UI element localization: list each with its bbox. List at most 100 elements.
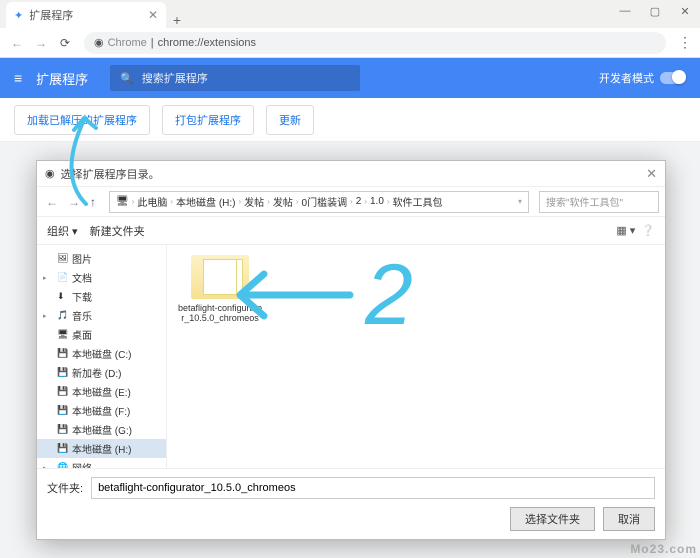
tree-item-icon: 🖼 <box>57 253 67 264</box>
developer-mode-toggle[interactable]: 开发者模式 <box>599 70 686 86</box>
tree-item[interactable]: ▸ 📄 文档 <box>37 268 166 287</box>
forward-button[interactable]: → <box>32 36 50 50</box>
select-folder-button[interactable]: 选择文件夹 <box>510 507 595 531</box>
tree-item-icon: 💾 <box>57 443 67 454</box>
tree-item-icon: 🌐 <box>57 462 67 468</box>
tree-item[interactable]: 🖥 桌面 <box>37 325 166 344</box>
folder-tree[interactable]: 🖼 图片 ▸ 📄 文档 ⬇ 下载 ▸ 🎵 音乐 🖥 桌面 💾 本地磁盘 (C:)… <box>37 245 167 468</box>
chevron-right-icon: › <box>132 197 135 206</box>
chrome-icon: ◉ <box>45 167 55 180</box>
tree-item-label: 本地磁盘 (E:) <box>72 384 131 399</box>
chevron-right-icon: › <box>170 197 173 206</box>
site-info-icon: ◉ <box>94 36 104 49</box>
page-title: 扩展程序 <box>36 69 88 88</box>
close-window-button[interactable]: ✕ <box>670 0 700 22</box>
tree-item-icon: ⬇ <box>57 291 67 302</box>
nav-forward-icon[interactable]: → <box>65 195 83 209</box>
dialog-body: 🖼 图片 ▸ 📄 文档 ⬇ 下载 ▸ 🎵 音乐 🖥 桌面 💾 本地磁盘 (C:)… <box>37 245 665 468</box>
address-bar[interactable]: ◉ Chrome | chrome://extensions <box>84 32 666 54</box>
breadcrumb-segment[interactable]: 软件工具包 <box>393 194 443 209</box>
browser-menu-button[interactable]: ⋮ <box>678 34 692 51</box>
folder-item[interactable]: betaflight-configurator_10.5.0_chromeos <box>177 255 263 324</box>
tree-item[interactable]: 🖼 图片 <box>37 249 166 268</box>
breadcrumb-segment[interactable]: 此电脑 <box>137 194 167 209</box>
organize-button[interactable]: 组织 ▾ <box>47 223 78 239</box>
new-folder-button[interactable]: 新建文件夹 <box>90 223 145 239</box>
chevron-right-icon: › <box>296 197 299 206</box>
watermark: Mo23.com <box>630 542 697 556</box>
window-controls: — ▢ ✕ <box>610 0 700 22</box>
breadcrumb-segment[interactable]: 0门槛装调 <box>302 194 348 209</box>
chevron-right-icon: › <box>387 197 390 206</box>
pc-icon: 🖥 <box>116 196 129 207</box>
breadcrumb-segment[interactable]: 2 <box>356 196 362 207</box>
dialog-nav: ← → ↑ 🖥›此电脑›本地磁盘 (H:)›发帖›发帖›0门槛装调›2›1.0›… <box>37 187 665 217</box>
nav-back-icon[interactable]: ← <box>43 195 61 209</box>
extensions-header: ≡ 扩展程序 🔍 搜索扩展程序 开发者模式 <box>0 58 700 98</box>
breadcrumb-segment[interactable]: 本地磁盘 (H:) <box>176 194 235 209</box>
chevron-right-icon: › <box>364 197 367 206</box>
tree-item-icon: 📄 <box>57 272 67 283</box>
tree-item-icon: 💾 <box>57 405 67 416</box>
tree-item-label: 新加卷 (D:) <box>72 365 121 380</box>
load-unpacked-button[interactable]: 加载已解压的扩展程序 <box>14 105 150 135</box>
tree-item[interactable]: ⬇ 下载 <box>37 287 166 306</box>
back-button[interactable]: ← <box>8 36 26 50</box>
new-tab-button[interactable]: + <box>166 12 188 28</box>
dialog-title: 选择扩展程序目录。 <box>61 166 160 182</box>
breadcrumb-segment[interactable]: 发帖 <box>273 194 293 209</box>
breadcrumb-segment[interactable]: 发帖 <box>244 194 264 209</box>
chevron-down-icon[interactable]: ▾ <box>518 197 522 206</box>
cancel-button[interactable]: 取消 <box>603 507 655 531</box>
tab-close-icon[interactable]: ✕ <box>148 8 158 22</box>
reload-button[interactable]: ⟳ <box>56 36 74 50</box>
extensions-toolbar: 加载已解压的扩展程序 打包扩展程序 更新 <box>0 98 700 142</box>
chevron-right-icon[interactable]: ▸ <box>43 464 47 469</box>
tree-item-label: 网络 <box>72 460 92 468</box>
maximize-button[interactable]: ▢ <box>640 0 670 22</box>
tree-item-icon: 💾 <box>57 367 67 378</box>
file-list[interactable]: betaflight-configurator_10.5.0_chromeos <box>167 245 665 468</box>
tree-item-label: 文档 <box>72 270 92 285</box>
tree-item-icon: 🎵 <box>57 310 67 321</box>
chevron-right-icon[interactable]: ▸ <box>43 312 47 320</box>
chevron-right-icon[interactable]: ▸ <box>43 274 47 282</box>
tree-item-icon: 💾 <box>57 348 67 359</box>
folder-field-label: 文件夹: <box>47 480 83 496</box>
tree-item[interactable]: 💾 本地磁盘 (H:) <box>37 439 166 458</box>
tree-item-icon: 🖥 <box>57 329 67 340</box>
search-icon: 🔍 <box>120 72 134 85</box>
minimize-button[interactable]: — <box>610 0 640 22</box>
tree-item-icon: 💾 <box>57 386 67 397</box>
tree-item-label: 本地磁盘 (H:) <box>72 441 131 456</box>
search-input[interactable]: 🔍 搜索扩展程序 <box>110 65 360 91</box>
tree-item[interactable]: 💾 本地磁盘 (G:) <box>37 420 166 439</box>
view-mode-icon[interactable]: ▦ ▾ <box>616 224 635 237</box>
toggle-switch-icon[interactable] <box>660 72 686 84</box>
dialog-titlebar: ◉ 选择扩展程序目录。 ✕ <box>37 161 665 187</box>
tree-item[interactable]: ▸ 🌐 网络 <box>37 458 166 468</box>
tree-item[interactable]: ▸ 🎵 音乐 <box>37 306 166 325</box>
help-icon[interactable]: ❔ <box>641 224 655 237</box>
developer-mode-label: 开发者模式 <box>599 70 654 86</box>
tree-item[interactable]: 💾 新加卷 (D:) <box>37 363 166 382</box>
breadcrumb-segment[interactable]: 1.0 <box>370 196 384 207</box>
nav-up-icon[interactable]: ↑ <box>87 195 99 209</box>
search-placeholder: 搜索扩展程序 <box>142 70 208 86</box>
browser-tab[interactable]: ✦ 扩展程序 ✕ <box>6 2 166 28</box>
pack-extension-button[interactable]: 打包扩展程序 <box>162 105 254 135</box>
menu-icon[interactable]: ≡ <box>14 70 22 86</box>
url-bar: ← → ⟳ ◉ Chrome | chrome://extensions ⋮ <box>0 28 700 58</box>
chevron-right-icon: › <box>350 197 353 206</box>
tab-title: 扩展程序 <box>29 7 73 23</box>
tree-item-label: 图片 <box>72 251 92 266</box>
tree-item[interactable]: 💾 本地磁盘 (F:) <box>37 401 166 420</box>
dialog-search-input[interactable]: 搜索"软件工具包" <box>539 191 659 213</box>
breadcrumb[interactable]: 🖥›此电脑›本地磁盘 (H:)›发帖›发帖›0门槛装调›2›1.0›软件工具包▾ <box>109 191 529 213</box>
tree-item[interactable]: 💾 本地磁盘 (E:) <box>37 382 166 401</box>
update-button[interactable]: 更新 <box>266 105 314 135</box>
folder-name-input[interactable] <box>91 477 655 499</box>
tree-item[interactable]: 💾 本地磁盘 (C:) <box>37 344 166 363</box>
dialog-close-button[interactable]: ✕ <box>646 166 657 182</box>
folder-label: betaflight-configurator_10.5.0_chromeos <box>177 303 263 324</box>
